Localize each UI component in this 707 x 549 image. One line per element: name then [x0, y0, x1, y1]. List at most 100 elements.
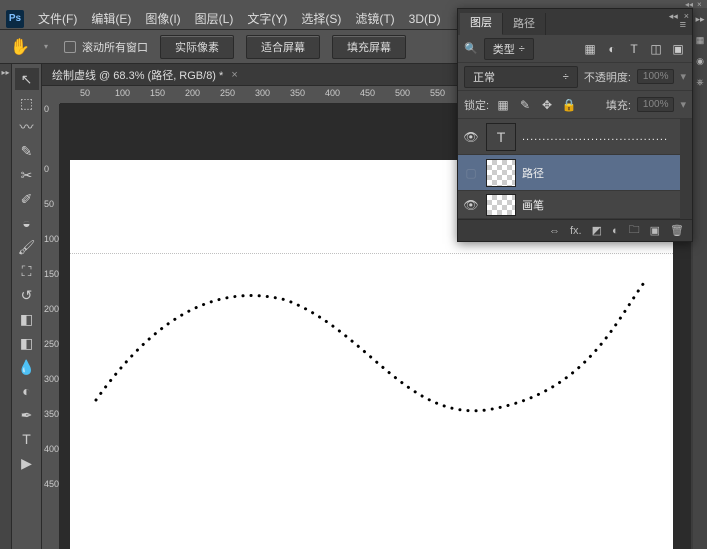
fit-screen-button[interactable]: 适合屏幕	[246, 35, 320, 59]
ruler-tick: 100	[115, 88, 130, 98]
expand-icon[interactable]: ▸▸	[1, 68, 9, 549]
visibility-icon[interactable]: 👁	[462, 198, 480, 212]
ruler-tick: 400	[325, 88, 340, 98]
ruler-tick: 300	[255, 88, 270, 98]
eraser-tool[interactable]: ◧	[15, 308, 39, 330]
ruler-tick: 500	[395, 88, 410, 98]
guide-line[interactable]	[70, 253, 673, 254]
layer-row[interactable]: 👁 画笔	[458, 191, 680, 219]
menu-file[interactable]: 文件(F)	[38, 10, 77, 27]
menu-select[interactable]: 选择(S)	[301, 10, 341, 27]
ruler-tick: 50	[44, 199, 54, 209]
type-tool[interactable]: T	[15, 428, 39, 450]
scroll-all-checkbox[interactable]	[64, 41, 76, 53]
visibility-icon[interactable]: ▢	[462, 166, 480, 180]
ruler-tick: 0	[44, 104, 49, 114]
group-icon[interactable]: 🗀	[629, 221, 640, 240]
marquee-tool[interactable]: ⬚	[15, 92, 39, 114]
lock-row: 锁定: ▦ ✎ ✥ 🔒 填充: 100% ▾	[458, 91, 692, 119]
close-tab-icon[interactable]: ×	[231, 69, 237, 81]
stamp-tool[interactable]: ⛶	[15, 260, 39, 282]
ruler-tick: 450	[360, 88, 375, 98]
filter-pixel-icon[interactable]: ▦	[582, 41, 598, 57]
lock-all-icon[interactable]: 🔒	[561, 97, 577, 113]
ruler-tick: 350	[44, 409, 59, 419]
dock-panel-icon[interactable]: ◉	[696, 56, 704, 67]
filter-shape-icon[interactable]: ◫	[648, 41, 664, 57]
tab-layers[interactable]: 图层	[460, 10, 503, 35]
fill-value[interactable]: 100%	[637, 97, 675, 112]
ruler-tick: 200	[44, 304, 59, 314]
dock-expand-icon[interactable]: ▸▸	[695, 14, 704, 25]
app-logo: Ps	[6, 10, 24, 28]
panel-close-icon[interactable]: ×	[684, 11, 689, 22]
menu-type[interactable]: 文字(Y)	[247, 10, 287, 27]
lock-trans-icon[interactable]: ▦	[495, 97, 511, 113]
fx-icon[interactable]: fx.	[570, 225, 582, 237]
blur-tool[interactable]: 💧	[15, 356, 39, 378]
tool-preset-dropdown[interactable]: ▾	[44, 42, 52, 51]
right-dock: ▸▸ ▦ ◉ ⎈	[693, 8, 707, 549]
layers-scrollbar[interactable]	[680, 119, 692, 219]
hand-tool-icon: ✋	[8, 35, 32, 59]
dock-panel-icon[interactable]: ⎈	[696, 77, 703, 88]
lock-paint-icon[interactable]: ✎	[517, 97, 533, 113]
panel-collapse-icon[interactable]: ◂◂	[669, 11, 678, 22]
document-title: 绘制虚线 @ 68.3% (路径, RGB/8) *	[52, 67, 223, 83]
ruler-tick: 200	[185, 88, 200, 98]
layer-name[interactable]: ....................................	[522, 131, 668, 143]
new-layer-icon[interactable]: ▣	[650, 224, 660, 237]
pen-tool[interactable]: ✒	[15, 404, 39, 426]
fill-screen-button[interactable]: 填充屏幕	[332, 35, 406, 59]
ruler-tick: 150	[150, 88, 165, 98]
ruler-tick: 0	[44, 164, 49, 174]
quick-select-tool[interactable]: ✎	[15, 140, 39, 162]
lasso-tool[interactable]: 〰	[15, 116, 39, 138]
menu-image[interactable]: 图像(I)	[145, 10, 180, 27]
dotted-path	[86, 270, 666, 420]
ruler-vertical: 0 0 50 100 150 200 250 300 350 400 450	[42, 104, 60, 549]
layers-panel: ◂◂ × 图层 路径 ≡ 🔍 类型÷ ▦ ◐ T ◫ ▣ 正常÷ 不透明度: 1…	[457, 8, 693, 242]
layer-row[interactable]: 👁 T ....................................	[458, 119, 680, 155]
adjustment-icon[interactable]: ◐	[612, 225, 619, 237]
ruler-tick: 50	[80, 88, 90, 98]
search-icon: 🔍	[464, 42, 478, 55]
layer-row[interactable]: ▢ 路径	[458, 155, 680, 191]
crop-tool[interactable]: ✂	[15, 164, 39, 186]
menu-filter[interactable]: 滤镜(T)	[355, 10, 394, 27]
actual-pixels-button[interactable]: 实际像素	[160, 35, 234, 59]
ruler-tick: 250	[220, 88, 235, 98]
dodge-tool[interactable]: ◐	[15, 380, 39, 402]
visibility-icon[interactable]: 👁	[462, 130, 480, 144]
blend-mode-dropdown[interactable]: 正常÷	[464, 66, 578, 88]
menu-layer[interactable]: 图层(L)	[195, 10, 234, 27]
mask-icon[interactable]: ◩	[592, 224, 602, 237]
path-select-tool[interactable]: ▶	[15, 452, 39, 474]
menu-3d[interactable]: 3D(D)	[409, 12, 441, 26]
lock-pos-icon[interactable]: ✥	[539, 97, 555, 113]
tab-paths[interactable]: 路径	[503, 11, 546, 35]
eyedropper-tool[interactable]: ✐	[15, 188, 39, 210]
move-tool[interactable]: ↖	[15, 68, 39, 90]
link-layers-icon[interactable]: ⇔	[549, 225, 560, 237]
left-dock-strip: ▸▸	[0, 64, 12, 549]
gradient-tool[interactable]: ◧	[15, 332, 39, 354]
layer-name[interactable]: 路径	[522, 165, 544, 181]
opacity-value[interactable]: 100%	[637, 69, 675, 84]
filter-type-icon[interactable]: T	[626, 41, 642, 57]
history-brush-tool[interactable]: ↺	[15, 284, 39, 306]
filter-adjust-icon[interactable]: ◐	[604, 41, 620, 57]
dock-panel-icon[interactable]: ▦	[696, 35, 705, 46]
layer-thumb-text: T	[486, 123, 516, 151]
ruler-tick: 550	[430, 88, 445, 98]
layers-footer: ⇔ fx. ◩ ◐ 🗀 ▣ 🗑	[458, 219, 692, 241]
menu-edit[interactable]: 编辑(E)	[91, 10, 131, 27]
filter-kind-dropdown[interactable]: 类型÷	[484, 38, 534, 60]
layer-name[interactable]: 画笔	[522, 197, 544, 213]
filter-smart-icon[interactable]: ▣	[670, 41, 686, 57]
heal-tool[interactable]: ◒	[15, 212, 39, 234]
delete-layer-icon[interactable]: 🗑	[670, 224, 684, 237]
brush-tool[interactable]: 🖌	[15, 236, 39, 258]
ruler-tick: 400	[44, 444, 59, 454]
layer-filter-row: 🔍 类型÷ ▦ ◐ T ◫ ▣	[458, 35, 692, 63]
